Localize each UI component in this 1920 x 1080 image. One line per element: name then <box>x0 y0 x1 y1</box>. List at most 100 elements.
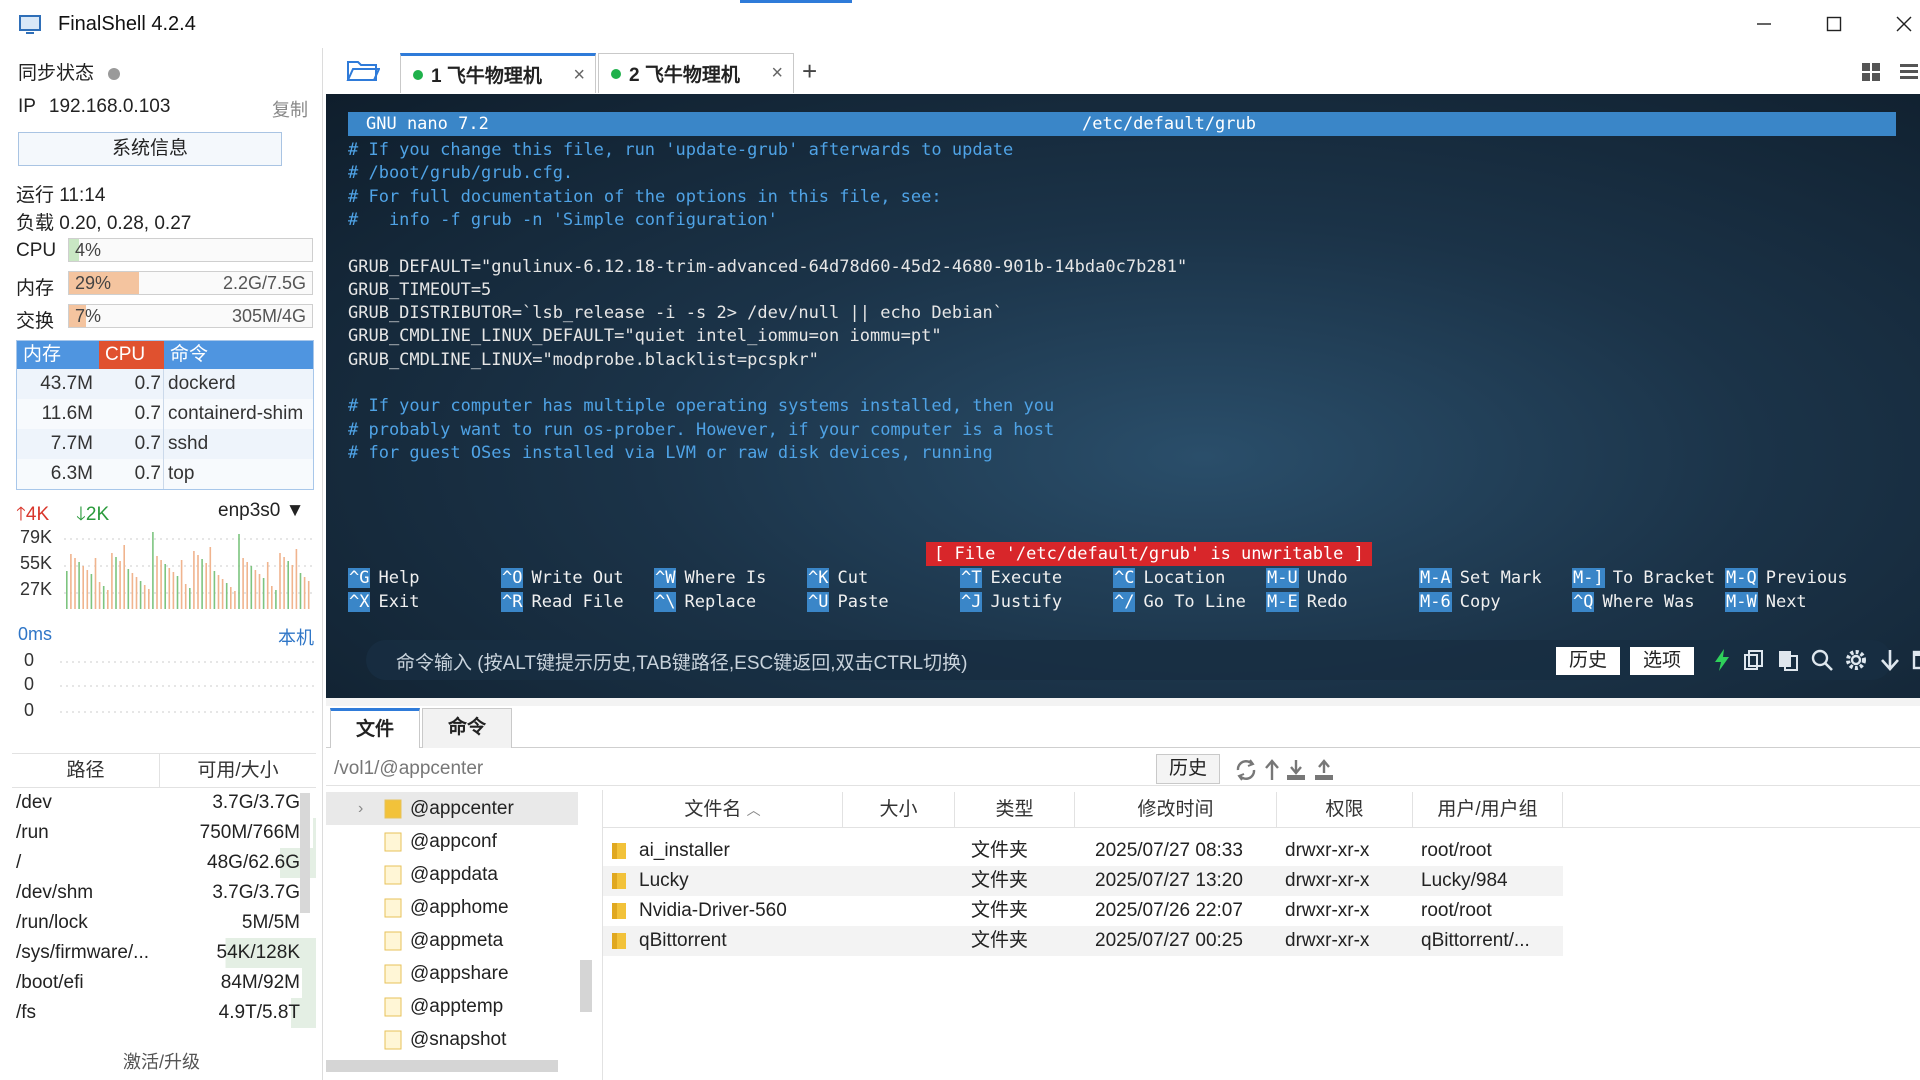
tree-folder-item[interactable]: @appconf <box>326 825 578 858</box>
chevron-right-icon[interactable]: › <box>358 792 363 825</box>
network-interface-select[interactable]: enp3s0 ▼ <box>218 500 304 522</box>
process-header-memory[interactable]: 内存 <box>17 341 99 369</box>
current-path-input[interactable]: /vol1/@appcenter <box>334 758 483 780</box>
process-memory: 43.7M <box>40 373 93 394</box>
command-options-button[interactable]: 选项 <box>1630 647 1694 675</box>
file-modified: 2025/07/26 22:07 <box>1095 900 1243 921</box>
disk-header-size[interactable]: 可用/大小 <box>160 754 316 787</box>
session-tab-2[interactable]: 2 飞牛物理机 × <box>598 53 794 93</box>
disk-row[interactable]: /run 750M/766M <box>12 818 316 848</box>
paste-icon[interactable] <box>1776 648 1800 672</box>
network-traffic-bar <box>127 569 130 609</box>
close-window-button[interactable] <box>1876 8 1920 40</box>
process-row[interactable]: 11.6M 0.7 containerd-shim <box>17 399 313 429</box>
download-icon[interactable] <box>1284 758 1308 782</box>
disk-table-scrollbar[interactable] <box>300 793 310 913</box>
column-size[interactable]: 大小 <box>843 792 955 828</box>
disk-row[interactable]: /fs 4.9T/5.8T <box>12 998 316 1028</box>
close-tab-icon[interactable]: × <box>573 64 585 87</box>
terminal-line: GRUB_CMDLINE_LINUX="modprobe.blacklist=p… <box>348 349 819 370</box>
column-modified[interactable]: 修改时间 <box>1075 792 1277 828</box>
system-info-button[interactable]: 系统信息 <box>18 132 282 166</box>
disk-row[interactable]: /run/lock 5M/5M <box>12 908 316 938</box>
file-row[interactable]: qBittorrent 文件夹 2025/07/27 00:25 drwxr-xr-x… <box>603 926 1563 956</box>
column-permissions[interactable]: 权限 <box>1277 792 1413 828</box>
folder-open-icon[interactable] <box>346 58 380 84</box>
disk-size: 750M/766M <box>160 818 316 848</box>
copy-icon[interactable] <box>1742 648 1766 672</box>
shortcut-label: Where Is <box>684 568 767 588</box>
lightning-icon[interactable] <box>1710 648 1734 672</box>
parent-folder-icon[interactable] <box>1260 758 1284 782</box>
shortcut-key: M-] <box>1572 568 1605 588</box>
new-tab-plus-icon[interactable]: + <box>802 56 817 87</box>
process-header-cpu[interactable]: CPU <box>99 341 164 369</box>
file-permissions: drwxr-xr-x <box>1285 870 1370 891</box>
activate-upgrade-link[interactable]: 激活/升级 <box>0 1048 323 1074</box>
disk-header-path[interactable]: 路径 <box>12 754 160 787</box>
disk-row[interactable]: / 48G/62.6G <box>12 848 316 878</box>
tab-files[interactable]: 文件 <box>330 708 420 748</box>
path-history-button[interactable]: 历史 <box>1156 754 1220 784</box>
shortcut-label: Paste <box>837 592 889 612</box>
process-header-command[interactable]: 命令 <box>164 341 313 369</box>
close-tab-icon[interactable]: × <box>771 62 783 85</box>
shortcut-key: M-U <box>1266 568 1299 588</box>
upload-icon[interactable] <box>1312 758 1336 782</box>
process-row[interactable]: 6.3M 0.7 top <box>17 459 313 489</box>
tree-folder-item[interactable]: › @appcenter <box>326 792 578 825</box>
process-command: top <box>168 463 195 484</box>
file-row[interactable]: Lucky 文件夹 2025/07/27 13:20 drwxr-xr-x Lucky/… <box>603 866 1563 896</box>
copy-ip-link[interactable]: 复制 <box>272 96 308 122</box>
close-icon <box>1896 16 1912 32</box>
command-input-bar[interactable]: 命令输入 (按ALT键提示历史,TAB键路径,ESC键返回,双击CTRL切换) … <box>366 640 1920 680</box>
column-filename[interactable]: 文件名 ︿ <box>603 792 843 828</box>
tab-commands[interactable]: 命令 <box>422 708 512 748</box>
gear-icon[interactable] <box>1844 648 1868 672</box>
tree-folder-item[interactable]: @appmeta <box>326 924 578 957</box>
shortcut-key: M-6 <box>1419 592 1452 612</box>
latency-target[interactable]: 本机 <box>278 624 314 650</box>
network-y-label: 27K <box>20 579 53 599</box>
layout-toggle-icons[interactable] <box>1860 60 1920 84</box>
column-owner[interactable]: 用户/用户组 <box>1413 792 1563 828</box>
process-row[interactable]: 43.7M 0.7 dockerd <box>17 369 313 399</box>
network-traffic-bar <box>287 561 289 609</box>
tree-folder-item[interactable]: @apptemp <box>326 990 578 1023</box>
tree-folder-item[interactable]: @apphome <box>326 891 578 924</box>
minimize-button[interactable] <box>1736 8 1792 40</box>
nano-file-path: /etc/default/grub <box>1082 114 1256 134</box>
folder-tree-horizontal-scrollbar[interactable] <box>326 1060 558 1072</box>
folder-tree-scrollbar[interactable] <box>580 960 592 1012</box>
terminal-pane[interactable]: GNU nano 7.2 /etc/default/grub # If you … <box>326 94 1920 698</box>
nano-shortcut: ^T Execute <box>960 568 1062 588</box>
disk-row[interactable]: /dev 3.7G/3.7G <box>12 788 316 818</box>
command-history-button[interactable]: 历史 <box>1556 647 1620 675</box>
process-cpu: 0.7 <box>99 459 164 489</box>
disk-row[interactable]: /boot/efi 84M/92M <box>12 968 316 998</box>
app-title: FinalShell 4.2.4 <box>58 13 196 35</box>
disk-path: /fs <box>16 1002 37 1023</box>
tree-folder-item[interactable]: @appdata <box>326 858 578 891</box>
column-type[interactable]: 类型 <box>955 792 1075 828</box>
process-command: containerd-shim <box>168 403 304 424</box>
pane-splitter[interactable] <box>326 698 1920 706</box>
disk-row[interactable]: /dev/shm 3.7G/3.7G <box>12 878 316 908</box>
maximize-button[interactable] <box>1806 8 1862 40</box>
file-row[interactable]: Nvidia-Driver-560 文件夹 2025/07/26 22:07 drwx… <box>603 896 1563 926</box>
refresh-icon[interactable] <box>1234 758 1258 782</box>
network-traffic-bar <box>189 588 191 609</box>
session-tab-1[interactable]: 1 飞牛物理机 × <box>400 53 596 93</box>
tree-folder-item[interactable]: @snapshot <box>326 1023 578 1056</box>
file-owner: root/root <box>1421 900 1492 921</box>
search-icon[interactable] <box>1810 648 1834 672</box>
finalshell-logo-icon <box>19 15 41 34</box>
fullscreen-icon[interactable] <box>1912 648 1920 672</box>
tree-folder-item[interactable]: @appshare <box>326 957 578 990</box>
file-row[interactable]: ai_installer 文件夹 2025/07/27 08:33 drwxr-xr-… <box>603 836 1563 866</box>
folder-icon <box>612 933 626 949</box>
disk-row[interactable]: /sys/firmware/... 54K/128K <box>12 938 316 968</box>
arrow-down-icon[interactable] <box>1878 648 1902 672</box>
process-row[interactable]: 7.7M 0.7 sshd <box>17 429 313 459</box>
arrow-up-icon: 🡑 <box>16 504 26 525</box>
